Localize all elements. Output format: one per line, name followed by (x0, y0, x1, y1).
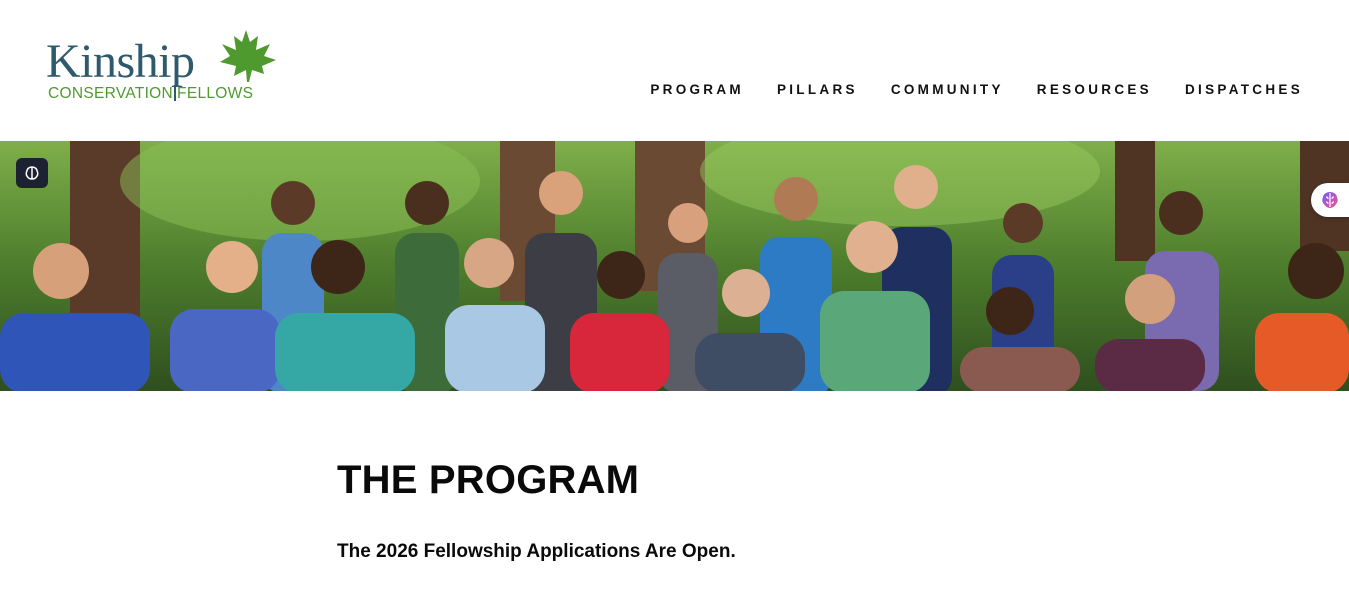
maple-leaf-icon (220, 30, 276, 82)
logo-wordmark: Kinship (46, 35, 195, 88)
nav-program[interactable]: PROGRAM (650, 82, 744, 97)
brain-gradient-icon (1322, 192, 1338, 208)
accessibility-brain-button[interactable] (16, 158, 48, 188)
brain-icon (25, 166, 39, 180)
nav-community[interactable]: COMMUNITY (891, 82, 1004, 97)
nav-pillars[interactable]: PILLARS (777, 82, 858, 97)
nav-resources[interactable]: RESOURCES (1037, 82, 1152, 97)
logo-divider (174, 85, 177, 101)
logo-tagline: CONSERVATION FELLOWS (48, 85, 253, 102)
logo-sub-right: FELLOWS (177, 85, 254, 102)
site-logo[interactable]: Kinship CONSERVATION FELLOWS (46, 30, 286, 106)
main-nav: PROGRAM PILLARS COMMUNITY RESOURCES DISP… (617, 82, 1303, 97)
assistant-side-button[interactable] (1311, 183, 1349, 217)
page-subtitle: The 2026 Fellowship Applications Are Ope… (337, 541, 736, 562)
hero-group-photo (0, 141, 1349, 391)
logo-sub-left: CONSERVATION (48, 85, 174, 102)
page-title: THE PROGRAM (337, 458, 640, 502)
site-header: Kinship CONSERVATION FELLOWS PROGRAM PILL… (0, 0, 1349, 141)
nav-dispatches[interactable]: DISPATCHES (1185, 82, 1303, 97)
hero-banner (0, 141, 1349, 391)
